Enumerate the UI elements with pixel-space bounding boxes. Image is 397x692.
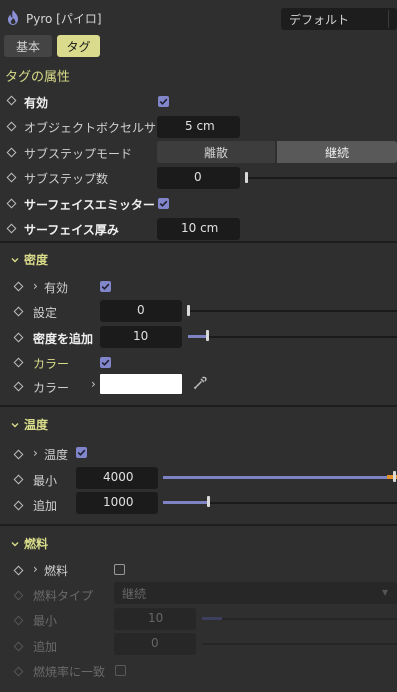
substep-count-label: サブステップ数 bbox=[24, 172, 109, 186]
fuel-type-label: 燃料タイプ bbox=[33, 589, 94, 603]
preset-separator bbox=[388, 10, 389, 28]
substep-count-field[interactable]: 0 bbox=[157, 167, 240, 189]
temperature-add-slider-thumb[interactable] bbox=[207, 496, 210, 507]
keyframe-diamond-icon bbox=[13, 641, 24, 652]
preset-value: デフォルト bbox=[289, 13, 350, 27]
voxel-size-field[interactable]: 5 cm bbox=[157, 116, 240, 138]
temperature-add-label: 追加 bbox=[33, 499, 58, 513]
fuel-type-value: 継続 bbox=[122, 587, 147, 601]
density-add-slider-track[interactable] bbox=[188, 336, 397, 338]
keyframe-diamond-icon[interactable] bbox=[6, 223, 17, 234]
keyframe-diamond-icon[interactable] bbox=[13, 474, 24, 485]
surface-emitter-label: サーフェイスエミッター bbox=[24, 198, 155, 212]
tab-tag[interactable]: タグ bbox=[57, 35, 100, 57]
surface-thickness-label: サーフェイス厚み bbox=[24, 223, 119, 237]
temperature-add-field[interactable]: 1000 bbox=[76, 492, 158, 514]
divider bbox=[0, 524, 397, 526]
density-enabled-label: 有効 bbox=[44, 281, 69, 295]
fuel-enabled-label: 燃料 bbox=[44, 564, 69, 578]
temperature-add-slider-fill bbox=[163, 501, 208, 504]
burn-rate-checkbox bbox=[115, 665, 126, 676]
keyframe-diamond-icon[interactable] bbox=[13, 332, 24, 343]
keyframe-diamond-icon[interactable] bbox=[13, 306, 24, 317]
fuel-add-field: 0 bbox=[114, 633, 196, 655]
enabled-label: 有効 bbox=[24, 96, 49, 110]
chevron-down-icon[interactable] bbox=[10, 254, 20, 264]
chevron-down-icon[interactable] bbox=[10, 419, 20, 429]
substep-count-slider-thumb[interactable] bbox=[245, 172, 248, 183]
tab-basic[interactable]: 基本 bbox=[4, 35, 52, 57]
keyframe-diamond-icon bbox=[13, 615, 24, 626]
chevron-right-icon[interactable]: › bbox=[33, 279, 38, 293]
chevron-right-icon[interactable]: › bbox=[91, 377, 96, 391]
temperature-min-field[interactable]: 4000 bbox=[76, 467, 158, 489]
keyframe-diamond-icon bbox=[13, 666, 24, 677]
color-swatch[interactable] bbox=[100, 374, 182, 394]
fuel-add-slider-track bbox=[202, 643, 397, 645]
temperature-enabled-checkbox[interactable] bbox=[76, 447, 87, 458]
pyro-flame-icon bbox=[6, 9, 20, 26]
keyframe-diamond-icon bbox=[13, 590, 24, 601]
substep-mode-label: サブステップモード bbox=[24, 147, 133, 161]
fuel-min-slider-fill bbox=[202, 617, 222, 620]
substep-mode-discrete-button[interactable]: 離散 bbox=[157, 141, 275, 163]
fuel-min-label: 最小 bbox=[33, 614, 58, 628]
fuel-type-dropdown: 継続 ▾ bbox=[114, 582, 397, 604]
enabled-checkbox[interactable] bbox=[158, 96, 169, 107]
keyframe-diamond-icon[interactable] bbox=[6, 198, 17, 209]
chevron-down-icon[interactable] bbox=[10, 538, 20, 548]
keyframe-diamond-icon[interactable] bbox=[13, 381, 24, 392]
preset-dropdown[interactable]: デフォルト bbox=[281, 8, 397, 30]
keyframe-diamond-icon[interactable] bbox=[13, 565, 24, 576]
substep-count-slider-track[interactable] bbox=[246, 177, 397, 179]
density-group-title[interactable]: 密度 bbox=[24, 251, 48, 268]
color-label: カラー bbox=[33, 381, 70, 395]
keyframe-diamond-icon[interactable] bbox=[13, 281, 24, 292]
color-toggle-checkbox[interactable] bbox=[100, 357, 111, 368]
fuel-enabled-checkbox[interactable] bbox=[114, 564, 125, 575]
fuel-min-field: 10 bbox=[114, 608, 196, 630]
chevron-down-icon: ▾ bbox=[382, 585, 389, 599]
divider bbox=[0, 241, 397, 243]
keyframe-diamond-icon[interactable] bbox=[13, 500, 24, 511]
temperature-min-slider-fill bbox=[163, 476, 387, 479]
density-add-slider-thumb[interactable] bbox=[206, 330, 209, 341]
section-title: タグの属性 bbox=[5, 70, 71, 85]
temperature-group-title[interactable]: 温度 bbox=[24, 416, 48, 433]
density-setting-slider-track[interactable] bbox=[188, 310, 397, 312]
fuel-add-label: 追加 bbox=[33, 640, 58, 654]
substep-mode-continuous-button[interactable]: 継続 bbox=[277, 141, 397, 163]
temperature-min-slider-thumb[interactable] bbox=[393, 471, 396, 482]
fuel-min-slider-track bbox=[222, 618, 397, 620]
keyframe-diamond-icon[interactable] bbox=[6, 95, 17, 106]
density-setting-label: 設定 bbox=[33, 306, 58, 320]
density-enabled-checkbox[interactable] bbox=[100, 281, 111, 292]
surface-emitter-checkbox[interactable] bbox=[158, 198, 169, 209]
keyframe-diamond-icon[interactable] bbox=[6, 121, 17, 132]
fuel-group-title[interactable]: 燃料 bbox=[24, 535, 48, 552]
keyframe-diamond-icon[interactable] bbox=[13, 357, 24, 368]
keyframe-diamond-icon[interactable] bbox=[6, 172, 17, 183]
keyframe-diamond-icon[interactable] bbox=[6, 147, 17, 158]
color-toggle-label: カラー bbox=[33, 357, 70, 371]
temperature-enabled-label: 温度 bbox=[44, 448, 69, 462]
keyframe-diamond-icon[interactable] bbox=[13, 449, 24, 460]
chevron-right-icon[interactable]: › bbox=[33, 562, 38, 576]
density-setting-field[interactable]: 0 bbox=[100, 300, 182, 322]
burn-rate-label: 燃焼率に一致 bbox=[33, 665, 106, 679]
divider bbox=[0, 405, 397, 407]
temperature-min-label: 最小 bbox=[33, 474, 58, 488]
density-setting-slider-thumb[interactable] bbox=[187, 305, 190, 316]
density-add-label: 密度を追加 bbox=[33, 332, 94, 346]
chevron-right-icon[interactable]: › bbox=[33, 446, 38, 460]
window-title: Pyro [パイロ] bbox=[26, 12, 102, 26]
surface-thickness-field[interactable]: 10 cm bbox=[157, 218, 240, 240]
eyedropper-icon[interactable] bbox=[192, 375, 208, 391]
density-add-field[interactable]: 10 bbox=[100, 326, 182, 348]
density-add-slider-fill bbox=[188, 335, 207, 338]
